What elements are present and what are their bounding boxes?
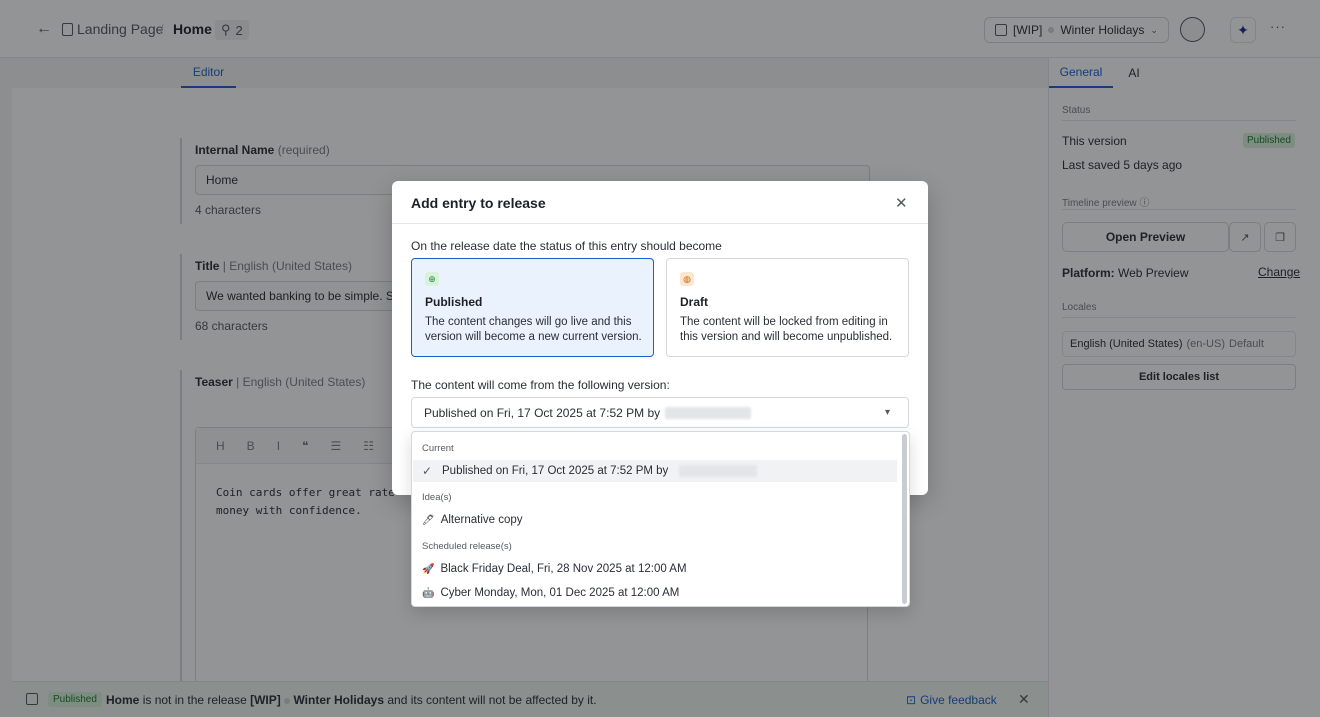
dropdown-item-scheduled[interactable]: 🤖 Cyber Monday, Mon, 01 Dec 2025 at 12:0…: [413, 582, 897, 604]
dropdown-heading-ideas: Idea(s): [422, 492, 452, 503]
modal-header: Add entry to release ✕: [392, 181, 928, 224]
pencil-icon: 🖊: [422, 514, 435, 526]
chevron-down-icon: ▾: [885, 407, 891, 418]
dropdown-heading-scheduled: Scheduled release(s): [422, 541, 512, 552]
dropdown-item-label: Published on Fri, 17 Oct 2025 at 7:52 PM…: [442, 465, 669, 477]
dropdown-item-label: Alternative copy: [440, 514, 523, 526]
dropdown-item-label: Black Friday Deal, Fri, 28 Nov 2025 at 1…: [440, 563, 687, 575]
modal-title: Add entry to release: [411, 195, 546, 211]
globe-icon: ⊕: [425, 272, 439, 286]
dropdown-item-scheduled[interactable]: 🚀 Black Friday Deal, Fri, 28 Nov 2025 at…: [413, 558, 897, 580]
version-question: The content will come from the following…: [411, 378, 670, 392]
option-published[interactable]: ⊕ Published The content changes will go …: [411, 258, 654, 357]
option-description: The content changes will go live and thi…: [425, 316, 642, 343]
redacted-author: [679, 465, 758, 477]
checkmark-icon: ✓: [422, 464, 433, 478]
close-icon[interactable]: ✕: [895, 194, 908, 212]
selected-version: Published on Fri, 17 Oct 2025 at 7:52 PM…: [424, 405, 661, 420]
dropdown-item-current[interactable]: ✓ Published on Fri, 17 Oct 2025 at 7:52 …: [413, 460, 897, 482]
status-question: On the release date the status of this e…: [411, 239, 722, 253]
palette-icon: ◍: [680, 272, 694, 286]
version-select[interactable]: Published on Fri, 17 Oct 2025 at 7:52 PM…: [411, 397, 909, 428]
dropdown-item-idea[interactable]: 🖊 Alternative copy: [413, 509, 897, 531]
rocket-icon: 🚀: [422, 563, 435, 575]
version-dropdown: Current ✓ Published on Fri, 17 Oct 2025 …: [411, 431, 910, 607]
scrollbar[interactable]: [902, 434, 907, 604]
option-title: Draft: [680, 295, 709, 309]
option-description: The content will be locked from editing …: [680, 316, 893, 343]
robot-icon: 🤖: [422, 587, 435, 599]
dropdown-item-label: Cyber Monday, Mon, 01 Dec 2025 at 12:00 …: [440, 587, 680, 599]
option-title: Published: [425, 295, 483, 309]
dropdown-heading-current: Current: [422, 443, 454, 454]
redacted-author: [665, 406, 752, 419]
option-draft[interactable]: ◍ Draft The content will be locked from …: [666, 258, 909, 357]
